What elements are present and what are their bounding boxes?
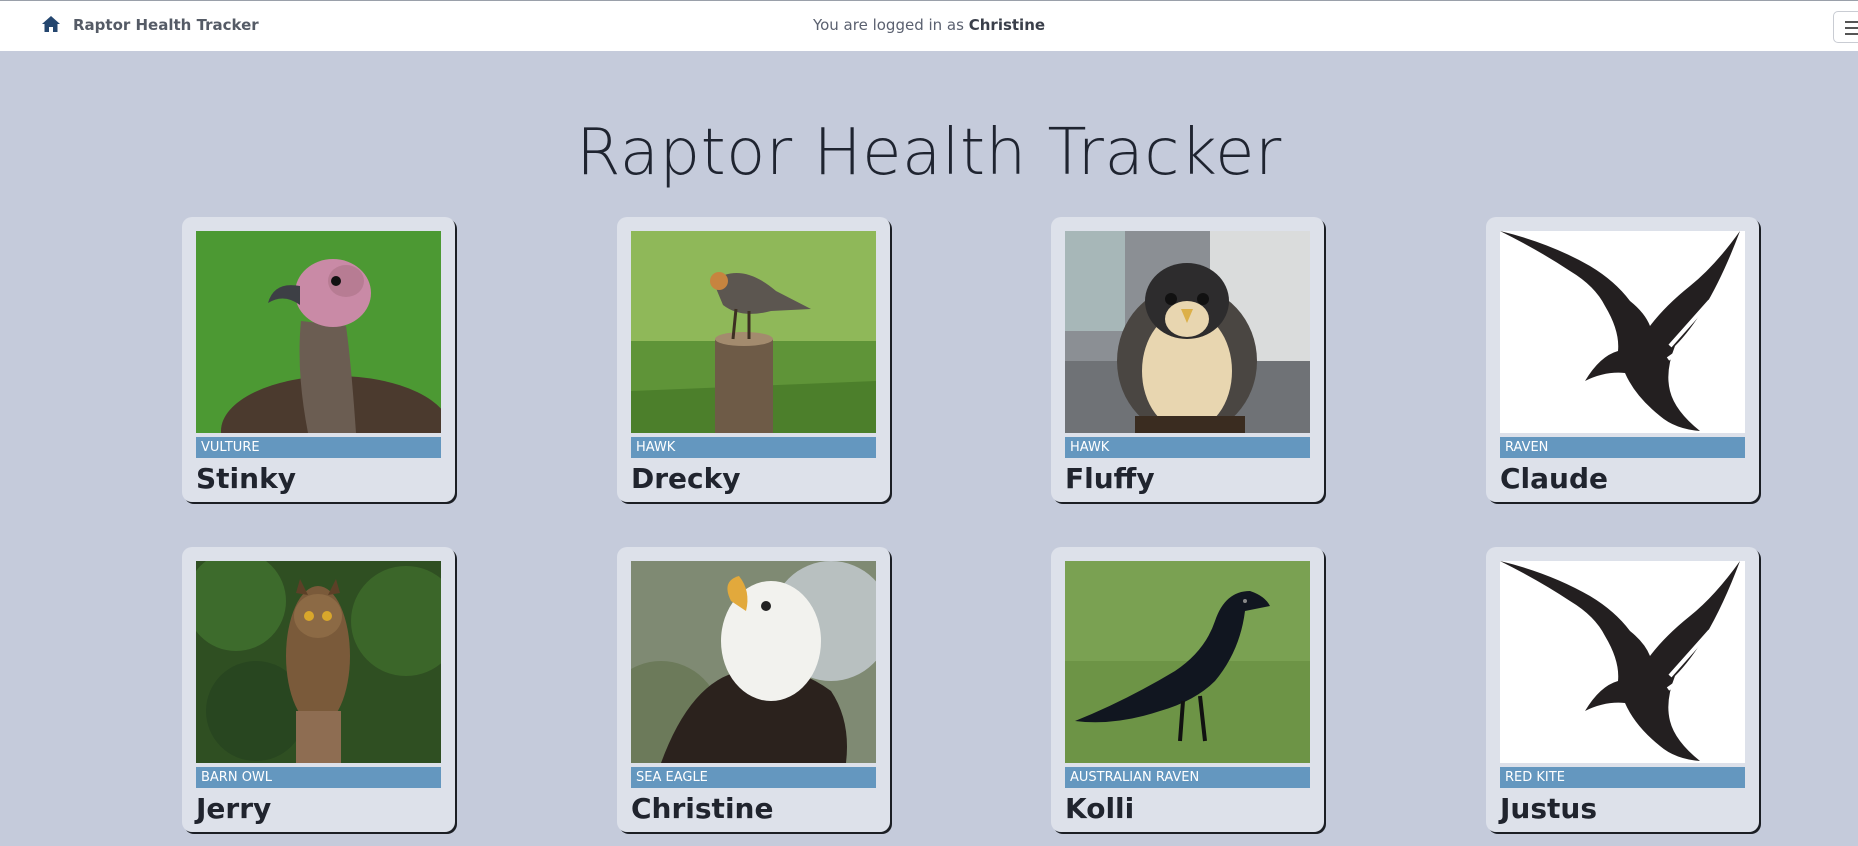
login-status: You are logged in as Christine — [0, 16, 1858, 34]
bird-name: Justus — [1500, 792, 1598, 825]
navbar: Raptor Health Tracker You are logged in … — [0, 0, 1858, 51]
species-tag: RAVEN — [1500, 437, 1745, 458]
menu-line — [1845, 21, 1858, 23]
menu-toggle-button[interactable] — [1833, 11, 1858, 43]
page-title: Raptor Health Tracker — [576, 116, 1282, 190]
bird-silhouette-icon — [1500, 231, 1745, 433]
bird-card-kolli[interactable]: AUSTRALIAN RAVEN Kolli — [1051, 547, 1324, 832]
species-tag: RED KITE — [1500, 767, 1745, 788]
bird-name: Claude — [1500, 462, 1609, 495]
bird-card-stinky[interactable]: VULTURE Stinky — [182, 217, 455, 502]
bird-card-drecky[interactable]: HAWK Drecky — [617, 217, 890, 502]
bird-name: Kolli — [1065, 792, 1135, 825]
bird-card-fluffy[interactable]: HAWK Fluffy — [1051, 217, 1324, 502]
species-tag: VULTURE — [196, 437, 441, 458]
eagle-photo — [631, 561, 876, 763]
species-tag: BARN OWL — [196, 767, 441, 788]
bird-card-justus[interactable]: RED KITE Justus — [1486, 547, 1759, 832]
menu-line — [1845, 33, 1858, 35]
bird-name: Jerry — [196, 792, 272, 825]
bird-card-claude[interactable]: RAVEN Claude — [1486, 217, 1759, 502]
bird-card-jerry[interactable]: BARN OWL Jerry — [182, 547, 455, 832]
hawk-photo — [631, 231, 876, 433]
vulture-photo — [196, 231, 441, 433]
bird-name: Fluffy — [1065, 462, 1155, 495]
owl-photo — [196, 561, 441, 763]
falcon-photo — [1065, 231, 1310, 433]
species-tag: HAWK — [631, 437, 876, 458]
raven-photo — [1065, 561, 1310, 763]
bird-card-christine[interactable]: SEA EAGLE Christine — [617, 547, 890, 832]
species-tag: AUSTRALIAN RAVEN — [1065, 767, 1310, 788]
bird-name: Christine — [631, 792, 774, 825]
bird-name: Drecky — [631, 462, 741, 495]
bird-name: Stinky — [196, 462, 296, 495]
species-tag: HAWK — [1065, 437, 1310, 458]
logged-in-user: Christine — [968, 16, 1046, 34]
species-tag: SEA EAGLE — [631, 767, 876, 788]
login-prefix: You are logged in as — [812, 16, 964, 34]
menu-line — [1845, 27, 1858, 29]
bird-silhouette-icon — [1500, 561, 1745, 763]
